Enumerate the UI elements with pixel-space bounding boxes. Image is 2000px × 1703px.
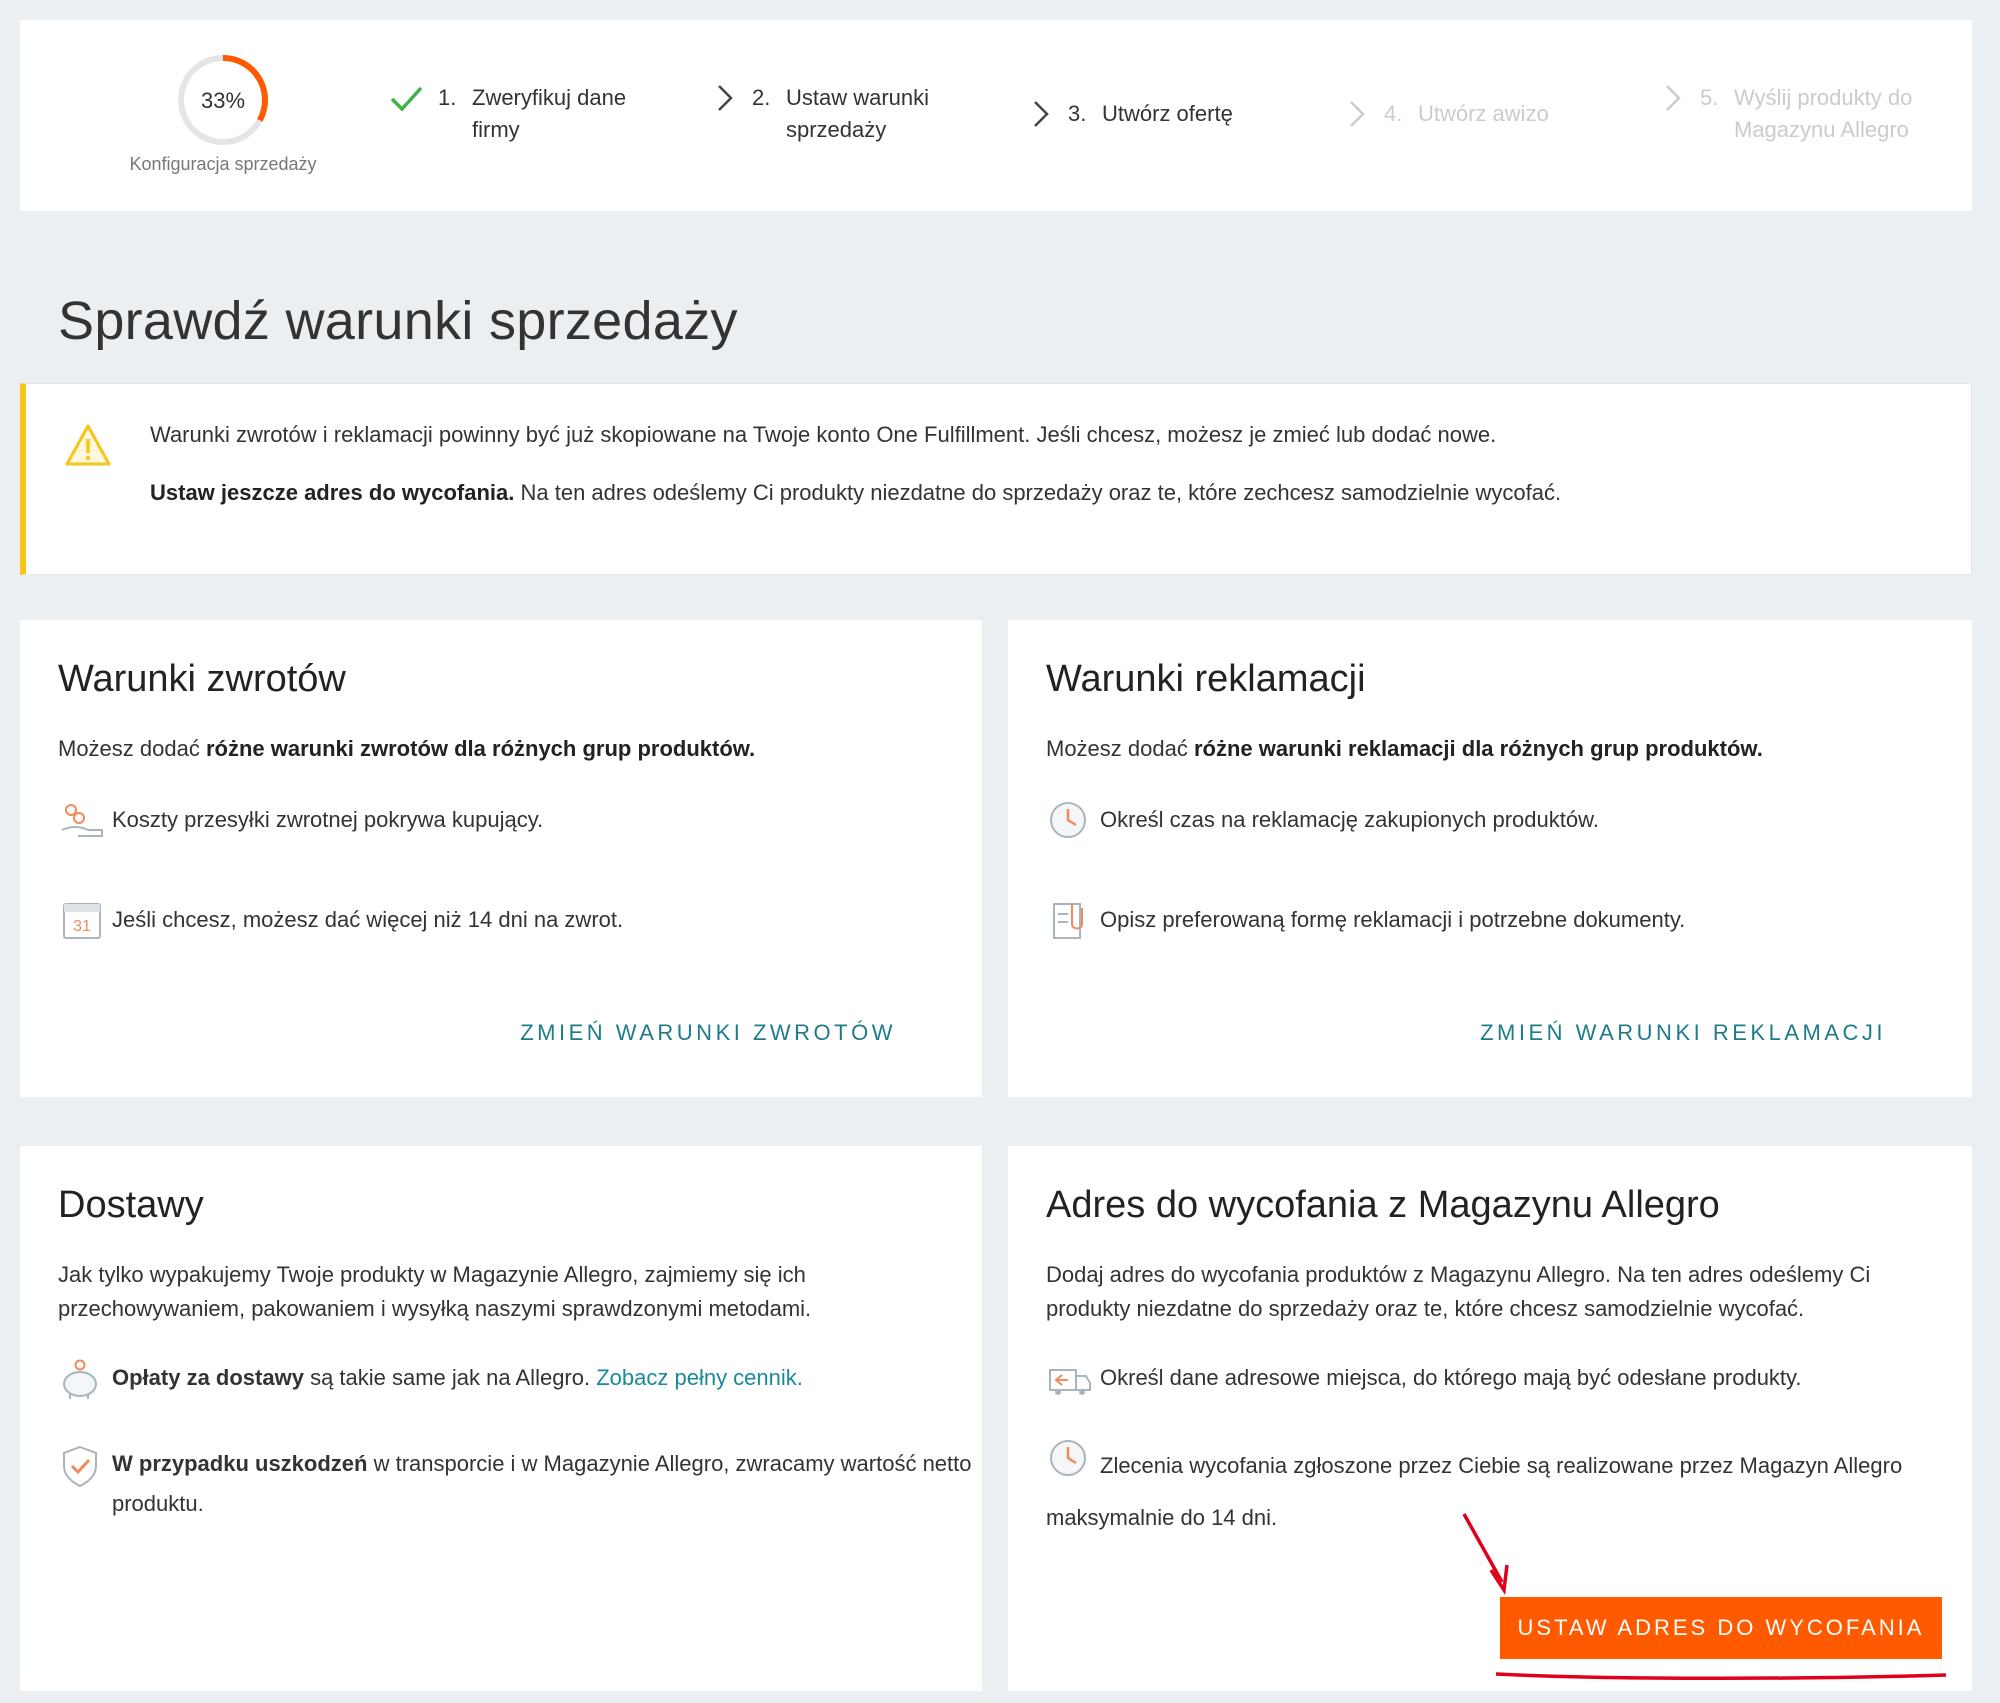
chevron-right-icon (1666, 85, 1681, 111)
step-number: 1. (438, 85, 457, 110)
notice-line-2: Ustaw jeszcze adres do wycofania. Na ten… (150, 480, 1561, 506)
notice-line-1: Warunki zwrotów i reklamacji powinny być… (150, 422, 1497, 447)
price-list-link[interactable]: Zobacz pełny cennik. (596, 1365, 803, 1390)
step-number: 2. (752, 85, 771, 110)
step-create-advice[interactable]: 4. Utwórz awizo (1344, 98, 1608, 134)
notice-rest: Na ten adres odeślemy Ci produkty niezda… (514, 480, 1562, 505)
withdraw-address-item: Określ dane adresowe miejsca, do którego… (1046, 1358, 1966, 1402)
progress-caption: Konfiguracja sprzedaży (129, 154, 317, 174)
card-description: Jak tylko wypakujemy Twoje produkty w Ma… (58, 1262, 812, 1321)
item-bold: W przypadku uszkodzeń (112, 1451, 368, 1476)
clock-icon (1050, 802, 1086, 838)
step-label: Utwórz awizo (1418, 101, 1549, 126)
step-number: 4. (1384, 101, 1403, 126)
item-bold: Opłaty za dostawy (112, 1365, 304, 1390)
info-notice: Warunki zwrotów i reklamacji powinny być… (20, 383, 1972, 575)
checkmark-icon (390, 86, 423, 112)
step-number: 3. (1068, 101, 1087, 126)
progress-indicator: 33% Konfiguracja sprzedaży (88, 52, 358, 175)
calendar-day: 31 (73, 918, 91, 935)
complaint-time-item: Określ czas na reklamację zakupionych pr… (1046, 800, 1966, 844)
step-sales-terms[interactable]: 2. Ustaw warunki sprzedaży (712, 82, 976, 146)
page-title: Sprawdź warunki sprzedaży (58, 291, 738, 351)
step-label: Utwórz ofertę (1102, 101, 1233, 126)
step-number: 5. (1700, 85, 1719, 110)
complaint-form-item: Opisz preferowaną formę reklamacji i pot… (1046, 900, 1966, 944)
item-text-cont: maksymalnie do 14 dni. (1046, 1505, 1278, 1530)
card-title: Dostawy (58, 1184, 204, 1226)
warning-icon (65, 424, 111, 466)
desc-text: Możesz dodać (1046, 736, 1194, 761)
progress-percent: 33% (201, 88, 245, 113)
progress-ring: 33% (178, 55, 268, 145)
item-text: Określ dane adresowe miejsca, do którego… (1100, 1365, 1802, 1390)
card-description: Możesz dodać różne warunki zwrotów dla r… (58, 732, 978, 766)
progress-stepper: 33% Konfiguracja sprzedaży 1. Zweryfikuj… (20, 20, 1972, 211)
clock-icon (1050, 1440, 1086, 1476)
complaints-card: Warunki reklamacji Możesz dodać różne wa… (1008, 620, 1972, 1097)
desc-bold: różne warunki zwrotów dla różnych grup p… (205, 736, 756, 761)
card-description: Dodaj adres do wycofania produktów z Mag… (1046, 1262, 1871, 1321)
piggy-bank-icon (63, 1359, 97, 1399)
item-text: Koszty przesyłki zwrotnej pokrywa kupują… (112, 807, 544, 832)
item-text: Jeśli chcesz, możesz dać więcej niż 14 d… (112, 907, 624, 932)
chevron-right-icon (718, 85, 733, 111)
card-title: Warunki reklamacji (1046, 658, 1366, 700)
damage-item: W przypadku uszkodzeń w transporcie i w … (58, 1444, 978, 1524)
step-label: Wyślij produkty do Magazynu Allegro (1734, 85, 1913, 142)
change-complaint-terms-link[interactable]: ZMIEŃ WARUNKI REKLAMACJI (1480, 1020, 1886, 1046)
chevron-right-icon (1350, 101, 1365, 127)
step-label: Ustaw warunki sprzedaży (786, 85, 930, 142)
delivery-fees-item: Opłaty za dostawy są takie same jak na A… (58, 1358, 978, 1402)
desc-text: Możesz dodać (58, 736, 206, 761)
set-withdraw-address-button[interactable]: USTAW ADRES DO WYCOFANIA (1500, 1597, 1942, 1659)
item-text: Opisz preferowaną formę reklamacji i pot… (1100, 907, 1686, 932)
returns-cost-item: Koszty przesyłki zwrotnej pokrywa kupują… (58, 800, 978, 844)
withdraw-address-card: Adres do wycofania z Magazynu Allegro Do… (1008, 1146, 1972, 1691)
step-ship-products[interactable]: 5. Wyślij produkty do Magazynu Allegro (1660, 82, 1954, 146)
returns-card: Warunki zwrotów Możesz dodać różne warun… (20, 620, 982, 1097)
delivery-card: Dostawy Jak tylko wypakujemy Twoje produ… (20, 1146, 982, 1691)
withdraw-time-item: Zlecenia wycofania zgłoszone przez Ciebi… (1046, 1438, 1966, 1538)
shield-check-icon (63, 1445, 97, 1488)
calendar-icon: 31 (63, 903, 101, 939)
item-text: Zlecenia wycofania zgłoszone przez Ciebi… (1100, 1453, 1903, 1478)
step-create-offer[interactable]: 3. Utwórz ofertę (1028, 98, 1292, 134)
document-clip-icon (1053, 903, 1083, 939)
item-text: Określ czas na reklamację zakupionych pr… (1100, 807, 1599, 832)
step-verify-company[interactable]: 1. Zweryfikuj dane firmy (388, 82, 662, 146)
item-rest: są takie same jak na Allegro. (303, 1365, 597, 1390)
card-title: Warunki zwrotów (58, 658, 346, 700)
coins-hand-icon (61, 804, 103, 837)
item-text: W przypadku uszkodzeń w transporcie i w … (112, 1444, 978, 1524)
chevron-right-icon (1034, 101, 1049, 127)
delivery-truck-icon (1049, 1369, 1091, 1395)
change-return-terms-link[interactable]: ZMIEŃ WARUNKI ZWROTÓW (520, 1020, 896, 1046)
item-text: Opłaty za dostawy są takie same jak na A… (112, 1358, 803, 1398)
card-title: Adres do wycofania z Magazynu Allegro (1046, 1184, 1720, 1226)
desc-bold: różne warunki reklamacji dla różnych gru… (1193, 736, 1763, 761)
notice-bold: Ustaw jeszcze adres do wycofania. (150, 480, 515, 505)
step-label: Zweryfikuj dane firmy (472, 85, 627, 142)
returns-days-item: 31 Jeśli chcesz, możesz dać więcej niż 1… (58, 900, 978, 944)
card-description: Możesz dodać różne warunki reklamacji dl… (1046, 732, 1966, 766)
